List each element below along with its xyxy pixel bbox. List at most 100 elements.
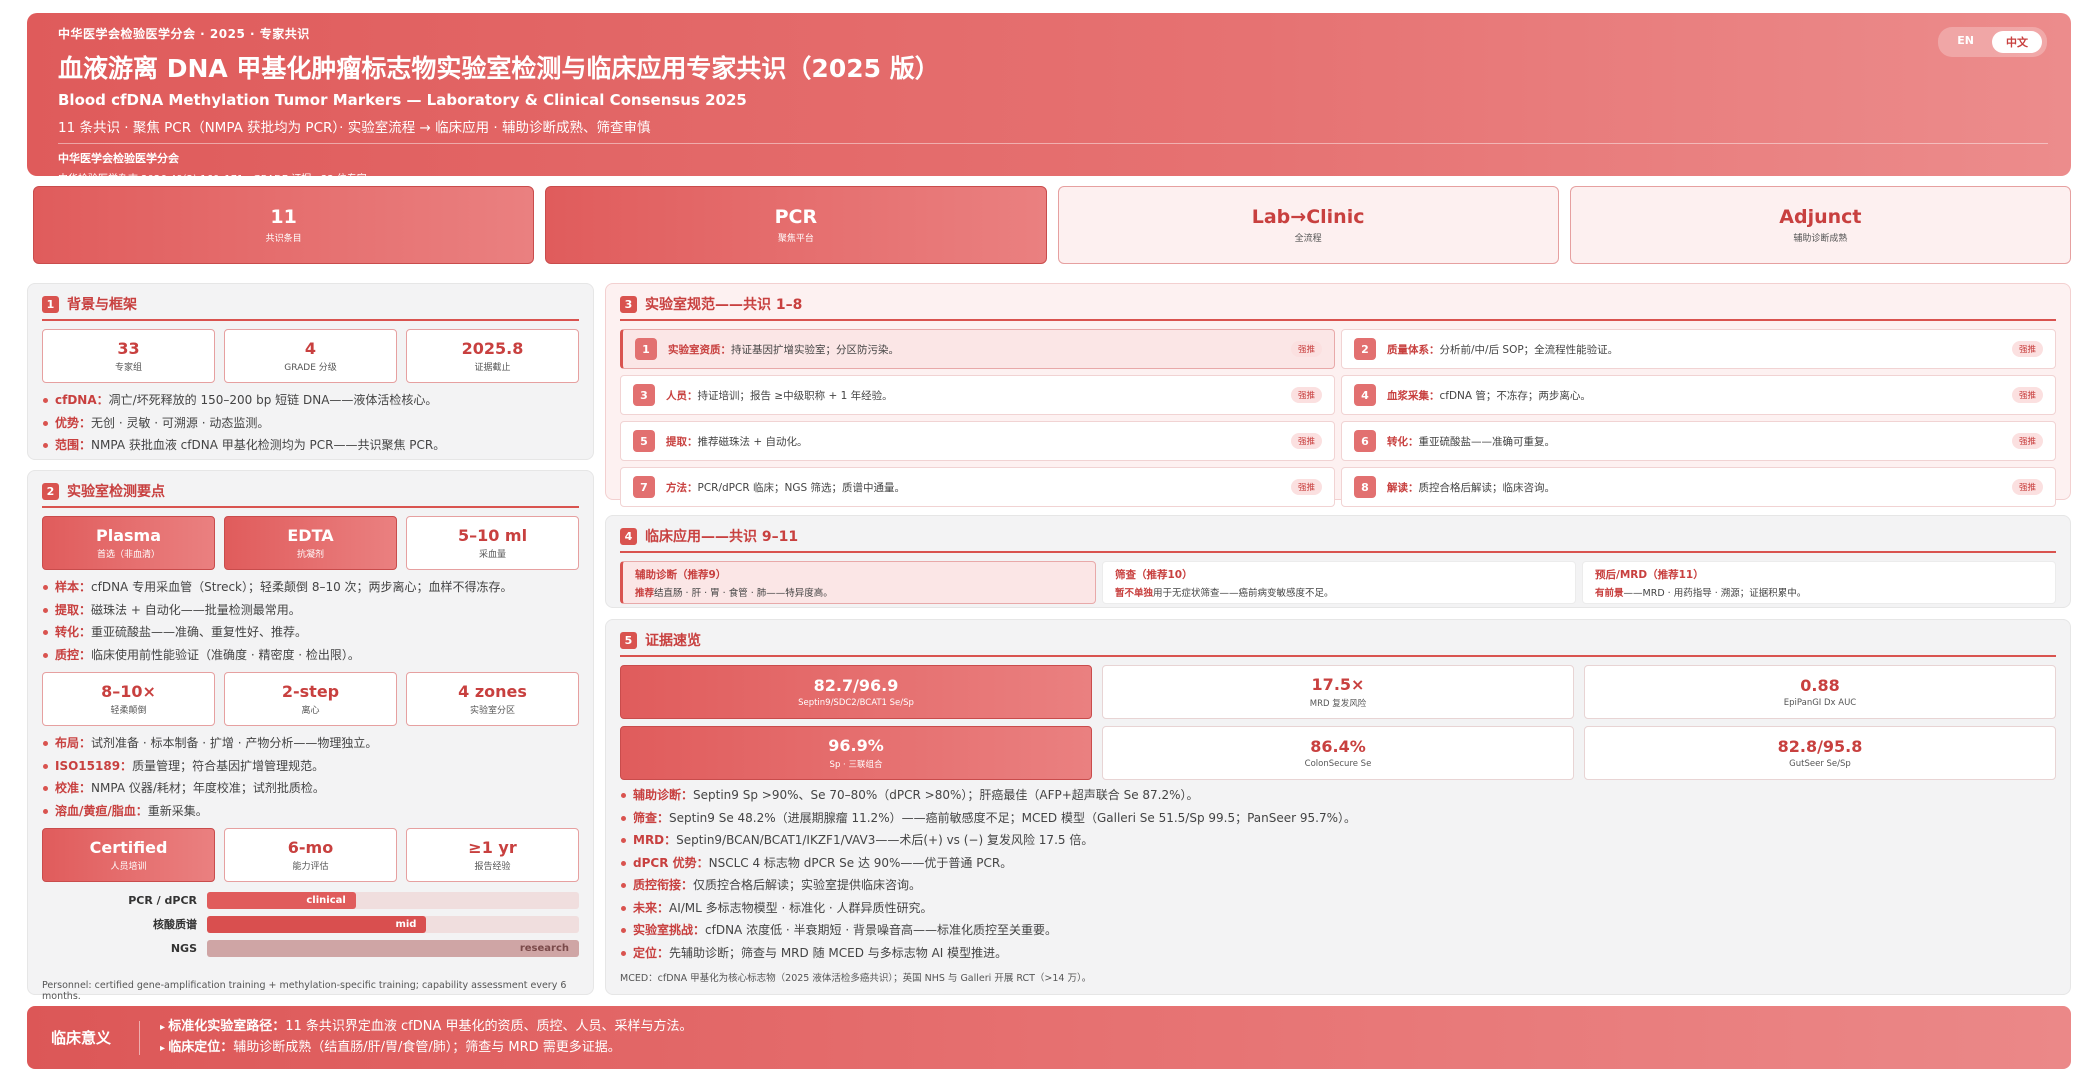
stat-card: PCR 聚焦平台 bbox=[545, 186, 1047, 264]
evidence-card: 86.4% ColonSecure Se bbox=[1102, 726, 1574, 780]
lang-en-button[interactable]: EN bbox=[1943, 31, 1988, 53]
stat-card: Lab→Clinic 全流程 bbox=[1057, 186, 1559, 264]
consensus-text: 质量体系：分析前/中/后 SOP；全流程性能验证。 bbox=[1387, 343, 1619, 356]
language-toggle: EN 中文 bbox=[1938, 27, 2047, 57]
evidence-label: EpiPanGI Dx AUC bbox=[1783, 698, 1857, 708]
consensus-text: 方法：PCR/dPCR 临床；NGS 筛选；质谱中通量。 bbox=[666, 481, 905, 494]
stat-label: 共识条目 bbox=[265, 234, 302, 244]
metric-value: 4 bbox=[304, 339, 317, 358]
bullet-item: 范围：NMPA 获批血液 cfDNA 甲基化检测均为 PCR——共识聚焦 PCR… bbox=[42, 434, 579, 457]
metric-value: 4 zones bbox=[458, 682, 527, 701]
section-title: 背景与框架 bbox=[67, 297, 137, 313]
footer-title: 临床意义 bbox=[51, 1029, 112, 1047]
bullet-list: 布局：试剂准备 · 标本制备 · 扩增 · 产物分析——物理独立。 ISO151… bbox=[42, 732, 579, 822]
consensus-item: 3 人员：持证培训；报告 ≥中级职称 + 1 年经验。 强推 bbox=[620, 375, 1335, 415]
bullet-item: 质控衔接：仅质控合格后解读；实验室提供临床咨询。 bbox=[620, 874, 2056, 897]
section-lab-standards: 3 实验室规范——共识 1–8 1 实验室资质：持证基因扩增实验室；分区防污染。 强推… bbox=[605, 283, 2071, 507]
consensus-number: 8 bbox=[1354, 476, 1376, 498]
metric-label: 实验室分区 bbox=[469, 706, 515, 716]
recommendation-badge: 强推 bbox=[2011, 479, 2043, 495]
stat-value: Lab→Clinic bbox=[1251, 206, 1365, 228]
section-number: 3 bbox=[620, 295, 637, 313]
clinical-desc: 推荐结直肠 · 肝 · 胃 · 食管 · 肺——特异度高。 bbox=[635, 588, 833, 599]
evidence-value: 82.8/95.8 bbox=[1777, 737, 1863, 756]
bar-track: mid bbox=[207, 915, 579, 933]
bullet-item: 校准：NMPA 仪器/耗材；年度校准；试剂批质检。 bbox=[42, 777, 579, 800]
consensus-number: 4 bbox=[1354, 384, 1376, 406]
clinical-card: 筛查（推荐10） 暂不单独用于无症状筛查——癌前病变敏感度不足。 bbox=[1102, 561, 1576, 604]
footer-banner: 临床意义 标准化实验室路径：11 条共识界定血液 cfDNA 甲基化的资质、质控… bbox=[27, 1006, 2071, 1069]
section-clinical: 4 临床应用——共识 9–11 辅助诊断（推荐9） 推荐结直肠 · 肝 · 胃 · … bbox=[605, 515, 2071, 608]
consensus-item: 4 血浆采集：cfDNA 管；不冻存；两步离心。 强推 bbox=[1341, 375, 2056, 415]
lang-zh-button[interactable]: 中文 bbox=[1992, 31, 2042, 53]
bullet-item: MRD：Septin9/BCAN/BCAT1/IKZF1/VAV3——术后(+)… bbox=[620, 829, 2056, 852]
evidence-card: 82.8/95.8 GutSeer Se/Sp bbox=[1584, 726, 2056, 780]
metric-label: 证据截止 bbox=[474, 363, 511, 373]
bullet-item: 未来：AI/ML 多标志物模型 · 标准化 · 人群异质性研究。 bbox=[620, 897, 2056, 920]
section-evidence: 5 证据速览 82.7/96.9 Septin9/SDC2/BCAT1 Se/Sp … bbox=[605, 619, 2071, 995]
metric-value: 5–10 ml bbox=[457, 526, 528, 545]
metric-label: 抗凝剂 bbox=[296, 550, 324, 560]
consensus-grid: 1 实验室资质：持证基因扩增实验室；分区防污染。 强推 2 质量体系：分析前/中/后 S… bbox=[620, 329, 2056, 507]
method-bar: NGS research bbox=[42, 938, 579, 958]
stat-value: Adjunct bbox=[1779, 206, 1862, 228]
section-lab-points: 2 实验室检测要点 Plasma 首选（非血清） EDTA 抗凝剂 5–10 ml 采血… bbox=[27, 470, 594, 1002]
metric-box: ≥1 yr 报告经验 bbox=[406, 828, 579, 882]
metric-box: 5–10 ml 采血量 bbox=[406, 516, 579, 570]
metric-box: 4 zones 实验室分区 bbox=[406, 672, 579, 726]
header-citation: 中华检验医学杂志 2026;49(2):160–171 · GRADE 证据 ·… bbox=[58, 174, 367, 185]
bullet-item: 提取：磁珠法 + 自动化——批量检测最常用。 bbox=[42, 599, 579, 622]
consensus-text: 解读：质控合格后解读；临床咨询。 bbox=[1387, 481, 1555, 494]
bar-label: PCR / dPCR bbox=[128, 893, 197, 907]
metric-label: 离心 bbox=[301, 706, 320, 716]
consensus-number: 2 bbox=[1354, 338, 1376, 360]
bullet-item: ISO15189：质量管理；符合基因扩增管理规范。 bbox=[42, 755, 579, 778]
metric-value: 8–10× bbox=[101, 682, 156, 701]
section-header: 1 背景与框架 bbox=[42, 294, 579, 321]
clinical-title: 预后/MRD（推荐11） bbox=[1595, 569, 1704, 581]
bullet-item: 样本：cfDNA 专用采血管（Streck）；轻柔颠倒 8–10 次；两步离心；… bbox=[42, 576, 579, 599]
bar-label: NGS bbox=[170, 941, 197, 955]
metric-box: Certified 人员培训 bbox=[42, 828, 215, 882]
box-row: 33 专家组 4 GRADE 分级 2025.8 证据截止 bbox=[42, 329, 579, 383]
box-row: Certified 人员培训 6-mo 能力评估 ≥1 yr 报告经验 bbox=[42, 828, 579, 882]
metric-label: GRADE 分级 bbox=[284, 363, 337, 373]
section-note: MCED：cfDNA 甲基化为核心标志物（2025 液体活检多癌共识）；英国 N… bbox=[620, 973, 1092, 984]
header-banner: 中华医学会检验医学分会 · 2025 · 专家共识 血液游离 DNA 甲基化肿瘤… bbox=[27, 13, 2071, 185]
evidence-grid: 82.7/96.9 Septin9/SDC2/BCAT1 Se/Sp 17.5× M… bbox=[620, 665, 2056, 780]
recommendation-badge: 强推 bbox=[2011, 387, 2043, 403]
metric-label: 人员培训 bbox=[110, 862, 147, 872]
evidence-value: 86.4% bbox=[1310, 737, 1366, 756]
metric-box: 33 专家组 bbox=[42, 329, 215, 383]
evidence-card: 17.5× MRD 复发风险 bbox=[1102, 665, 1574, 719]
stat-label: 辅助诊断成熟 bbox=[1793, 234, 1848, 244]
metric-box: 6-mo 能力评估 bbox=[224, 828, 397, 882]
consensus-number: 1 bbox=[635, 338, 657, 360]
bullet-item: 质控：临床使用前性能验证（准确度 · 精密度 · 检出限）。 bbox=[42, 644, 579, 667]
section-number: 4 bbox=[620, 527, 637, 545]
consensus-item: 1 实验室资质：持证基因扩增实验室；分区防污染。 强推 bbox=[620, 329, 1335, 369]
bullet-item: cfDNA：凋亡/坏死释放的 150–200 bp 短链 DNA——液体活检核心… bbox=[42, 389, 579, 412]
bullet-item: 溶血/黄疸/脂血：重新采集。 bbox=[42, 800, 579, 823]
consensus-item: 6 转化：重亚硫酸盐——准确可重复。 强推 bbox=[1341, 421, 2056, 461]
evidence-value: 82.7/96.9 bbox=[813, 676, 899, 695]
clinical-card: 辅助诊断（推荐9） 推荐结直肠 · 肝 · 胃 · 食管 · 肺——特异度高。 bbox=[620, 561, 1096, 604]
metric-label: 轻柔颠倒 bbox=[110, 706, 147, 716]
metric-label: 首选（非血清） bbox=[96, 550, 160, 560]
section-header: 4 临床应用——共识 9–11 bbox=[620, 526, 2056, 553]
clinical-title: 筛查（推荐10） bbox=[1115, 569, 1193, 581]
stat-value: 11 bbox=[270, 206, 297, 228]
stat-card: Adjunct 辅助诊断成熟 bbox=[1569, 186, 2071, 264]
page-title: 血液游离 DNA 甲基化肿瘤标志物实验室检测与临床应用专家共识（2025 版） bbox=[58, 54, 940, 83]
section-number: 2 bbox=[42, 482, 59, 500]
header-org: 中华医学会检验医学分会 bbox=[58, 152, 179, 165]
section-header: 3 实验室规范——共识 1–8 bbox=[620, 294, 2056, 321]
clinical-desc: 有前景——MRD · 用药指导 · 溯源；证据积累中。 bbox=[1595, 588, 1807, 599]
metric-value: ≥1 yr bbox=[468, 838, 517, 857]
metric-value: 6-mo bbox=[287, 838, 334, 857]
metric-value: Certified bbox=[89, 838, 168, 857]
bullet-item: 实验室挑战：cfDNA 浓度低 · 半衰期短 · 背景噪音高——标准化质控至关重… bbox=[620, 919, 2056, 942]
evidence-label: MRD 复发风险 bbox=[1309, 699, 1367, 709]
evidence-card: 96.9% Sp · 三联组合 bbox=[620, 726, 1092, 780]
section-header: 2 实验室检测要点 bbox=[42, 481, 579, 508]
